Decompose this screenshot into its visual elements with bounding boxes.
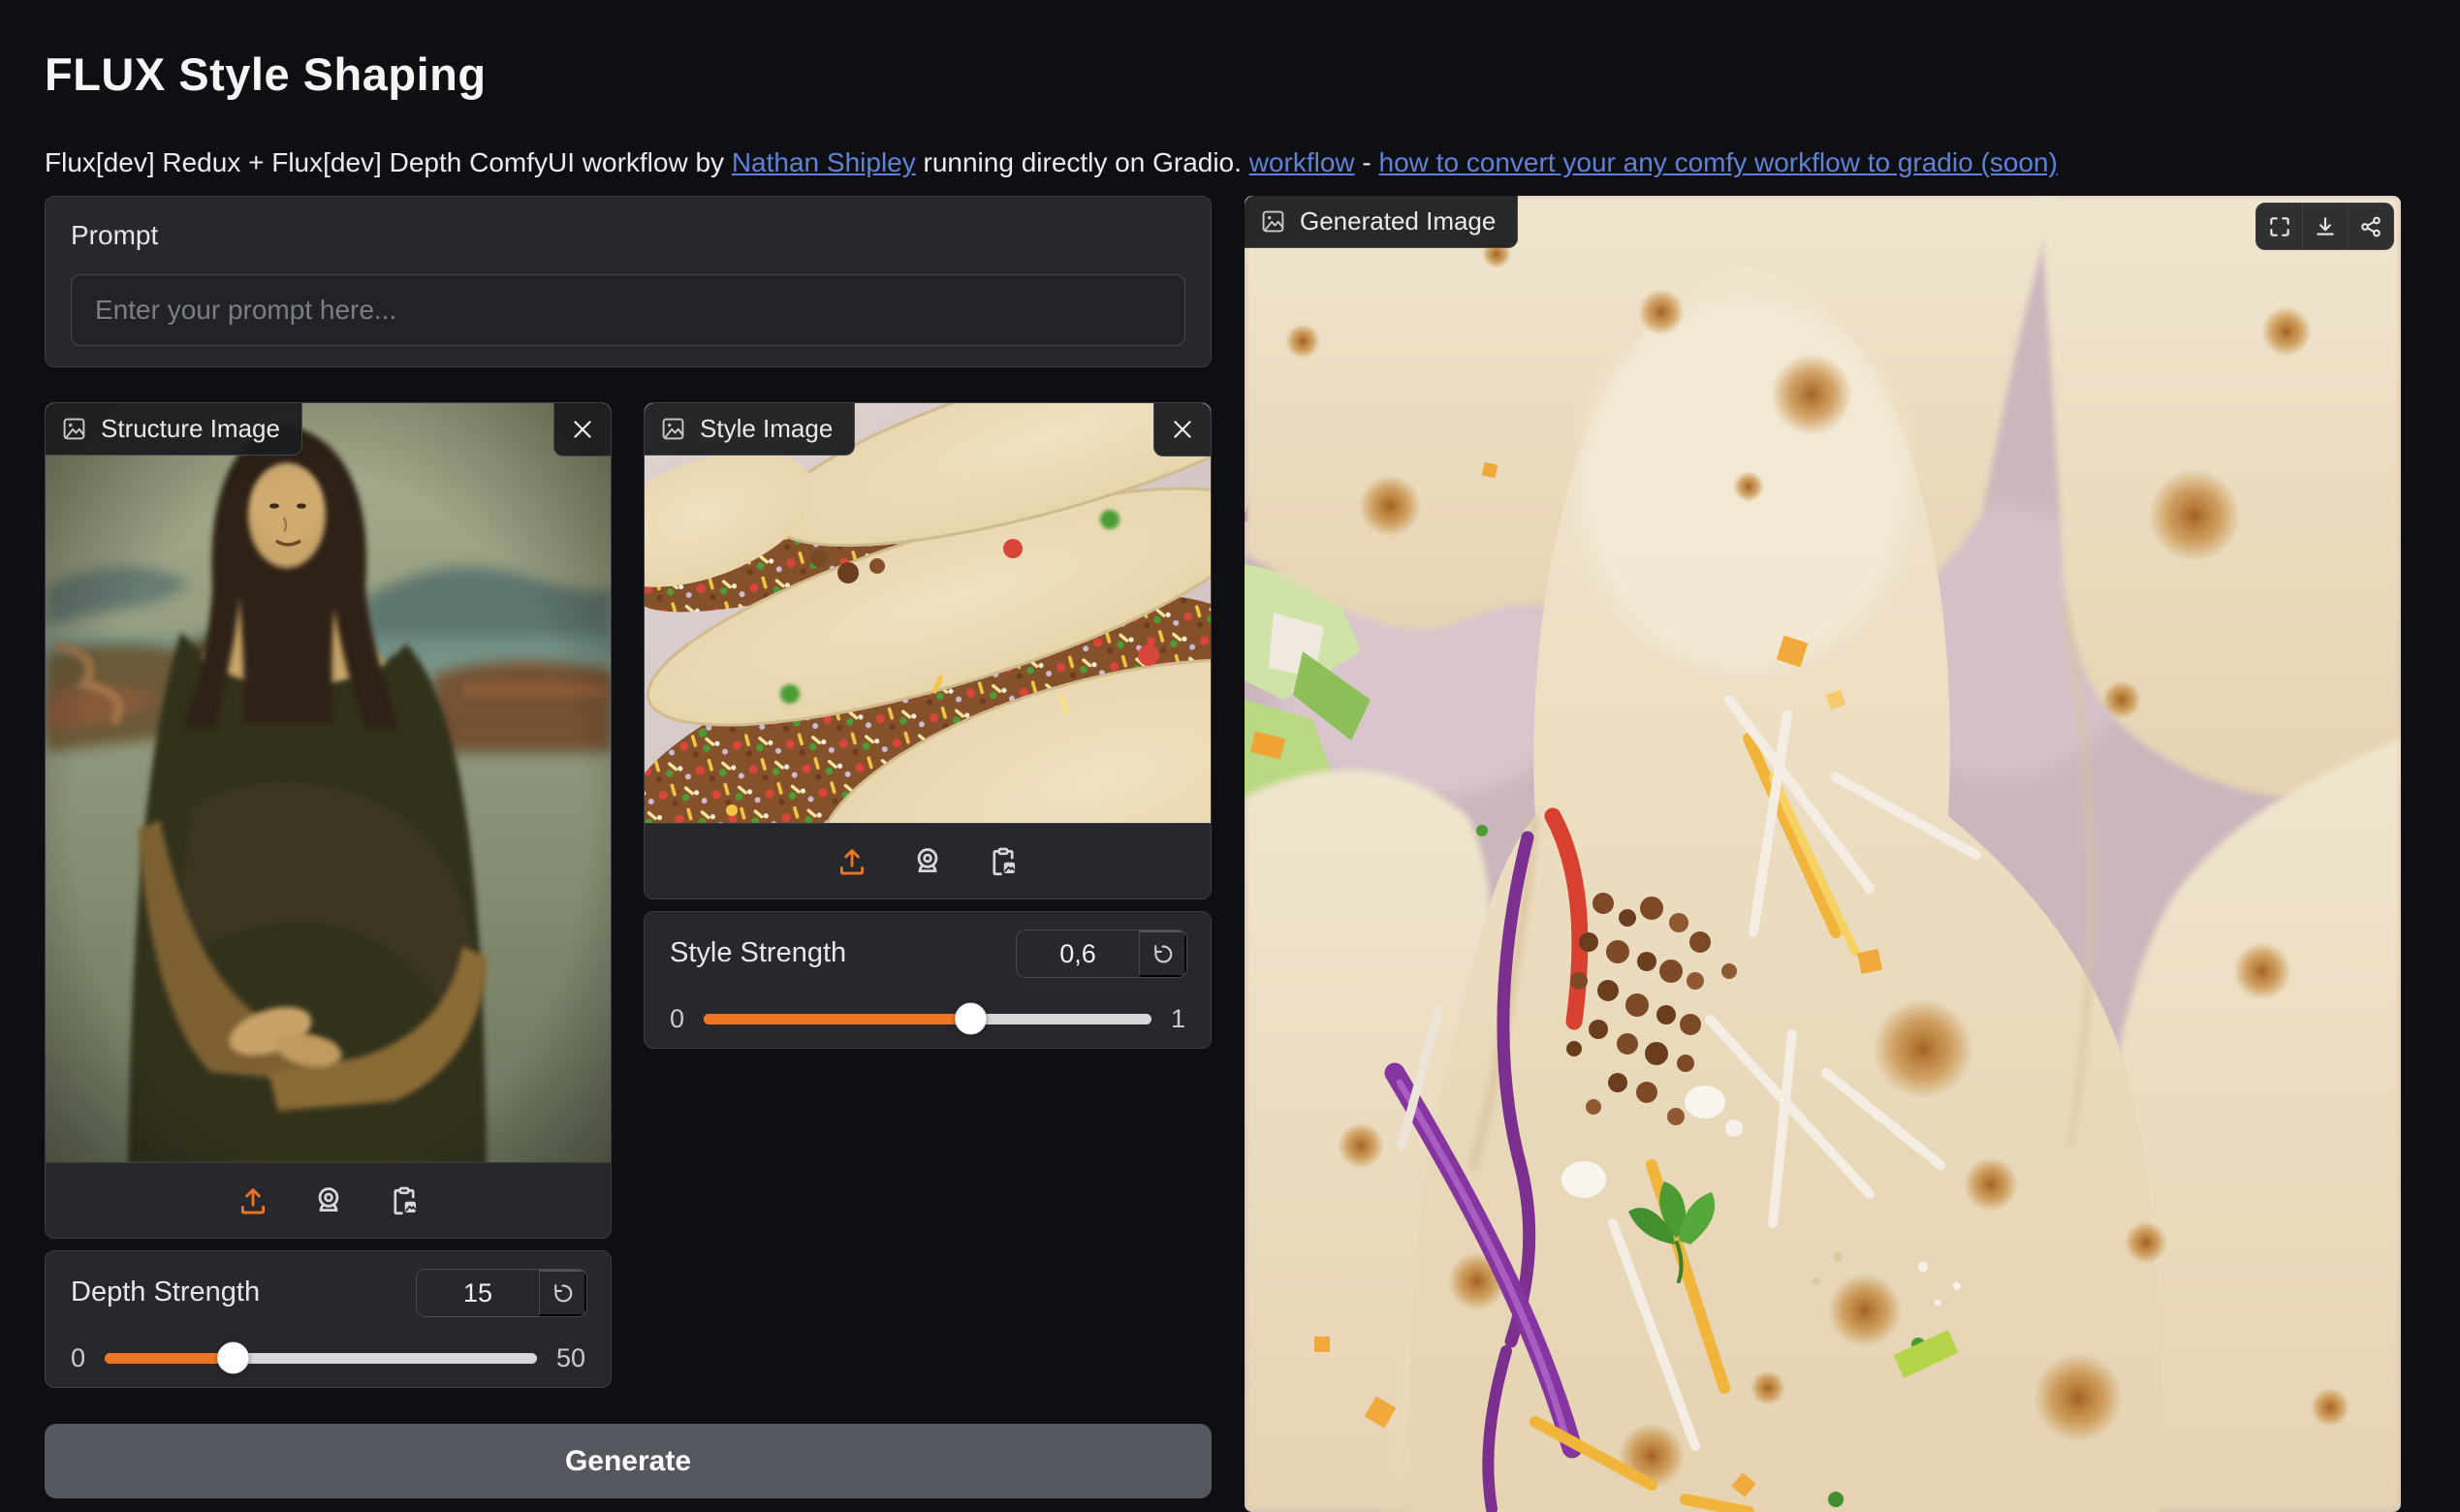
generated-image-chip: Generated Image [1245,196,1518,248]
depth-strength-label: Depth Strength [71,1276,260,1308]
download-icon[interactable] [2302,204,2348,249]
subtitle-text-1: Flux[dev] Redux + Flux[dev] Depth ComfyU… [45,147,732,177]
depth-strength-reset-button[interactable] [539,1270,586,1316]
slider-min-label: 0 [670,1004,684,1034]
structure-image-label: Structure Image [101,414,280,444]
style-strength-value[interactable]: 0,6 [1017,930,1139,977]
slider-max-label: 50 [556,1343,585,1373]
prompt-panel: Prompt [45,196,1212,367]
depth-strength-value[interactable]: 15 [417,1270,539,1316]
depth-strength-value-group: 15 [416,1269,587,1317]
style-image-label: Style Image [700,414,833,444]
tacos-artwork [645,403,1212,826]
depth-strength-fill [105,1353,235,1364]
reset-icon [551,1281,575,1306]
slider-min-label: 0 [71,1343,85,1373]
generate-button[interactable]: Generate [45,1424,1212,1498]
style-image-preview [645,403,1211,826]
style-image-toolbar [645,823,1211,898]
style-strength-fill [704,1014,972,1024]
style-strength-block: Style Strength 0,6 0 1 [644,911,1212,1049]
fullscreen-icon[interactable] [2256,204,2302,249]
workflow-link[interactable]: workflow [1249,147,1355,177]
structure-image-close-button[interactable] [553,403,611,457]
structure-image-toolbar [46,1162,611,1238]
style-image-chip: Style Image [645,403,855,456]
structure-image-preview [46,403,611,1165]
generated-image-label: Generated Image [1300,206,1496,236]
depth-strength-block: Depth Strength 15 0 50 [45,1250,612,1388]
depth-strength-track[interactable] [105,1353,537,1364]
structure-image-block: Structure Image [45,402,612,1239]
upload-icon[interactable] [236,1183,270,1218]
generated-image-panel: Generated Image [1245,196,2401,1512]
subtitle-text-2: running directly on Gradio. [916,147,1249,177]
prompt-input[interactable] [71,274,1185,346]
image-icon [1260,208,1286,235]
prompt-label: Prompt [71,220,158,251]
style-image-close-button[interactable] [1153,403,1211,457]
author-link[interactable]: Nathan Shipley [732,147,916,177]
depth-strength-handle[interactable] [217,1342,249,1374]
webcam-icon[interactable] [311,1183,346,1218]
generated-image-artwork [1245,196,2401,1512]
flux-style-shaping-app: FLUX Style Shaping Flux[dev] Redux + Flu… [0,0,2460,1512]
style-strength-reset-button[interactable] [1139,930,1186,977]
style-strength-label: Style Strength [670,937,846,969]
clipboard-image-icon[interactable] [986,844,1021,879]
slider-max-label: 1 [1171,1004,1185,1034]
style-strength-slider: 0 1 [645,997,1211,1040]
upload-icon[interactable] [835,844,869,879]
howto-link[interactable]: how to convert your any comfy workflow t… [1379,147,2058,177]
page-title: FLUX Style Shaping [45,47,487,101]
style-strength-track[interactable] [704,1014,1151,1024]
share-icon[interactable] [2348,204,2393,249]
generated-image-toolbar [2255,203,2394,250]
subtitle: Flux[dev] Redux + Flux[dev] Depth ComfyU… [45,147,2058,178]
webcam-icon[interactable] [910,844,945,879]
image-icon [61,416,87,442]
style-strength-value-group: 0,6 [1016,929,1187,978]
image-icon [660,416,686,442]
style-image-block: Style Image [644,402,1212,899]
close-icon [569,416,596,443]
mona-lisa-artwork [46,403,612,1165]
structure-image-chip: Structure Image [46,403,302,456]
subtitle-text-3: - [1355,147,1379,177]
clipboard-image-icon[interactable] [387,1183,422,1218]
depth-strength-slider: 0 50 [46,1337,611,1379]
reset-icon [1151,942,1175,966]
close-icon [1169,416,1196,443]
style-strength-handle[interactable] [955,1003,987,1035]
